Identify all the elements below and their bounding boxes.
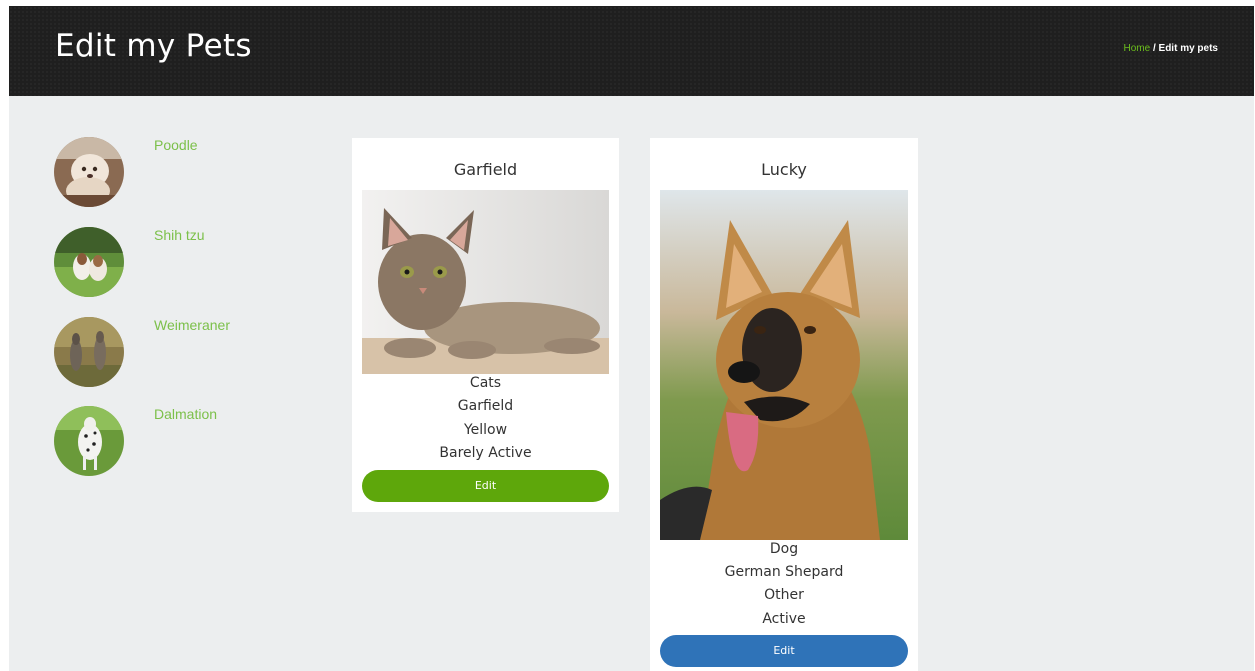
pet-card-garfield: Garfield Cats Garfield Yellow Barely Act…: [352, 138, 619, 512]
german-shepherd-photo: [660, 190, 908, 540]
pet-category: Dog: [769, 541, 799, 557]
edit-button[interactable]: Edit: [660, 635, 908, 667]
pet-category: Cats: [469, 375, 502, 391]
pet-card-title: Garfield: [453, 160, 518, 179]
breadcrumb-home-link[interactable]: Home: [1124, 43, 1151, 54]
sidebar-item-weimeraner[interactable]: Weimeraner: [54, 317, 334, 389]
sidebar-item-label[interactable]: Shih tzu: [154, 227, 205, 243]
cat-photo: [362, 190, 609, 374]
page-frame: Edit my Pets Home / Edit my pets Poodle: [9, 6, 1254, 671]
sidebar-item-poodle[interactable]: Poodle: [54, 137, 334, 209]
pet-color: Other: [764, 587, 804, 603]
sidebar-item-label[interactable]: Weimeraner: [154, 317, 230, 333]
sidebar-item-dalmation[interactable]: Dalmation: [54, 406, 334, 478]
sidebar-item-label[interactable]: Dalmation: [154, 406, 217, 422]
breadcrumb: Home / Edit my pets: [1124, 43, 1219, 54]
edit-button[interactable]: Edit: [362, 470, 609, 502]
pet-breed: German Shepard: [724, 564, 844, 580]
sidebar-item-shih-tzu[interactable]: Shih tzu: [54, 227, 334, 299]
page-header: Edit my Pets Home / Edit my pets: [9, 6, 1254, 96]
breadcrumb-current: Edit my pets: [1158, 43, 1218, 54]
breadcrumb-separator: /: [1150, 43, 1159, 54]
dalmation-avatar[interactable]: [54, 406, 124, 476]
shih-tzu-avatar[interactable]: [54, 227, 124, 297]
sidebar-item-label[interactable]: Poodle: [154, 137, 198, 153]
pet-activity: Active: [762, 611, 806, 627]
poodle-avatar[interactable]: [54, 137, 124, 207]
weimeraner-avatar[interactable]: [54, 317, 124, 387]
pet-card-lucky: Lucky Dog German Shepard Other Active Ed…: [650, 138, 918, 671]
page-title: Edit my Pets: [55, 28, 252, 64]
pet-color: Yellow: [463, 422, 508, 438]
pet-card-title: Lucky: [761, 160, 807, 179]
pet-name: Garfield: [457, 398, 514, 414]
pet-activity: Barely Active: [439, 445, 532, 461]
